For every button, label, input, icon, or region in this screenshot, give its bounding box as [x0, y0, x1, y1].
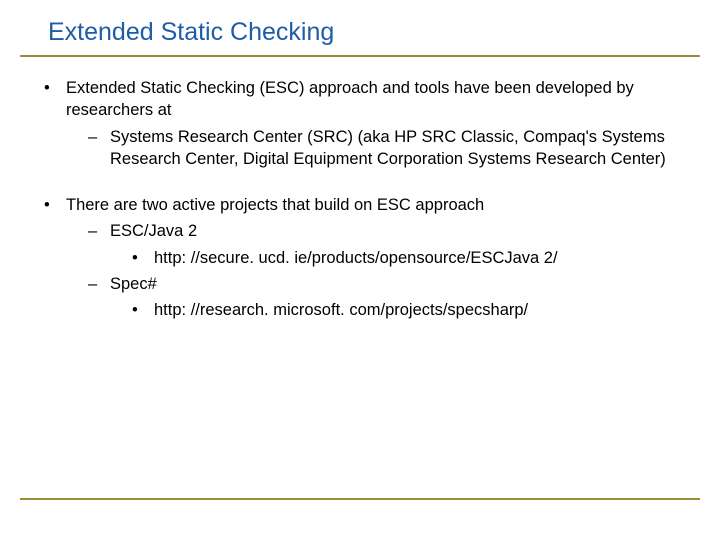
bullet-icon: • — [132, 299, 154, 321]
footer-divider — [20, 498, 700, 500]
bullet-icon: • — [44, 77, 66, 122]
slide-container: Extended Static Checking • Extended Stat… — [0, 0, 720, 540]
bullet-text: Extended Static Checking (ESC) approach … — [66, 77, 676, 122]
bullet-item: • There are two active projects that bui… — [44, 194, 676, 216]
bullet-item: – ESC/Java 2 — [44, 220, 676, 242]
bullet-text: Spec# — [110, 273, 676, 295]
bullet-text: Systems Research Center (SRC) (aka HP SR… — [110, 126, 676, 171]
slide-title: Extended Static Checking — [0, 18, 720, 55]
bullet-text: http: //secure. ucd. ie/products/opensou… — [154, 247, 676, 269]
dash-icon: – — [88, 220, 110, 242]
bullet-text: ESC/Java 2 — [110, 220, 676, 242]
slide-content: • Extended Static Checking (ESC) approac… — [0, 57, 720, 321]
bullet-icon: • — [44, 194, 66, 216]
dash-icon: – — [88, 273, 110, 295]
dash-icon: – — [88, 126, 110, 171]
bullet-item: • http: //research. microsoft. com/proje… — [44, 299, 676, 321]
bullet-text: http: //research. microsoft. com/project… — [154, 299, 676, 321]
bullet-item: • Extended Static Checking (ESC) approac… — [44, 77, 676, 122]
bullet-item: – Spec# — [44, 273, 676, 295]
spacer — [44, 174, 676, 194]
bullet-item: • http: //secure. ucd. ie/products/opens… — [44, 247, 676, 269]
bullet-text: There are two active projects that build… — [66, 194, 676, 216]
bullet-item: – Systems Research Center (SRC) (aka HP … — [44, 126, 676, 171]
bullet-icon: • — [132, 247, 154, 269]
